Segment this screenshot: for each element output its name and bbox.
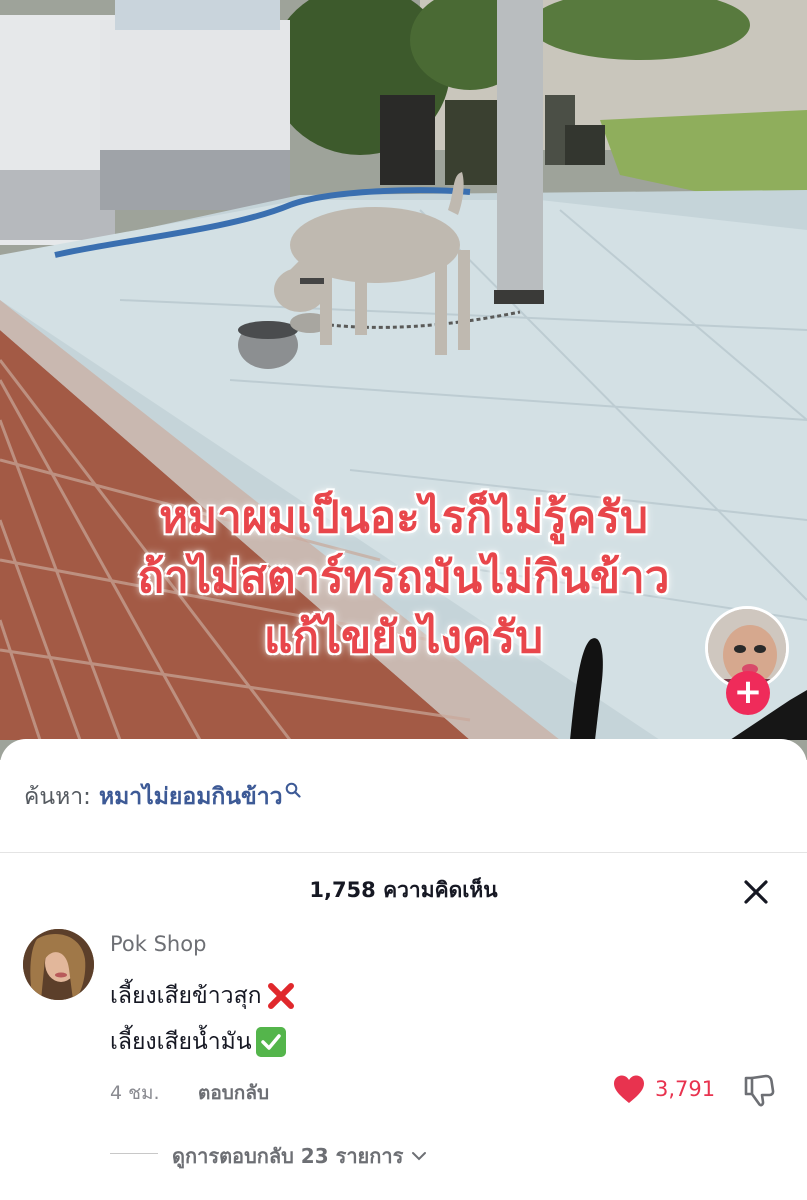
comment-line-2-text: เลี้ยงเสียน้ำมัน bbox=[110, 1029, 252, 1055]
follow-button[interactable]: + bbox=[726, 671, 770, 715]
related-search[interactable]: ค้นหา: หมาไม่ยอมกินข้าว bbox=[24, 777, 301, 817]
sheet-divider bbox=[0, 852, 807, 853]
heart-icon[interactable] bbox=[612, 1074, 646, 1104]
cross-mark-icon bbox=[267, 983, 294, 1009]
reply-button[interactable]: ตอบกลับ bbox=[198, 1078, 269, 1108]
replies-divider bbox=[110, 1153, 158, 1154]
comment-timestamp: 4 ชม. bbox=[110, 1082, 160, 1104]
view-replies-button[interactable]: ดูการตอบกลับ 23 รายการ bbox=[172, 1140, 427, 1172]
search-query-link[interactable]: หมาไม่ยอมกินข้าว bbox=[99, 779, 283, 815]
video-caption: หมาผมเป็นอะไรก็ไม่รู้ครับ ถ้าไม่สตาร์ทรถ… bbox=[0, 488, 807, 668]
caption-line-1: หมาผมเป็นอะไรก็ไม่รู้ครับ bbox=[159, 492, 648, 543]
caption-line-2: ถ้าไม่สตาร์ทรถมันไม่กินข้าว bbox=[137, 552, 670, 603]
commenter-avatar[interactable] bbox=[23, 929, 94, 1000]
thumbs-down-icon[interactable] bbox=[742, 1072, 776, 1108]
close-icon[interactable] bbox=[740, 876, 772, 908]
comment-username[interactable]: Pok Shop bbox=[110, 932, 206, 956]
search-prefix-label: ค้นหา: bbox=[24, 784, 91, 810]
chevron-down-icon bbox=[412, 1152, 427, 1161]
like-count: 3,791 bbox=[655, 1077, 716, 1101]
video-player[interactable]: หมาผมเป็นอะไรก็ไม่รู้ครับ ถ้าไม่สตาร์ทรถ… bbox=[0, 0, 807, 760]
check-mark-icon bbox=[255, 1027, 286, 1057]
view-replies-label: ดูการตอบกลับ 23 รายการ bbox=[172, 1144, 404, 1168]
comment-line-1-text: เลี้ยงเสียข้าวสุก bbox=[110, 983, 262, 1009]
caption-line-3: แก้ไขยังไงครับ bbox=[263, 612, 544, 663]
commenter-avatar-image bbox=[23, 929, 94, 1000]
search-icon bbox=[285, 782, 301, 798]
comment-text-line-2: เลี้ยงเสียน้ำมัน bbox=[110, 1024, 286, 1060]
comment-text-line-1: เลี้ยงเสียข้าวสุก bbox=[110, 978, 296, 1014]
comment-count-title: 1,758 ความคิดเห็น bbox=[309, 878, 498, 902]
